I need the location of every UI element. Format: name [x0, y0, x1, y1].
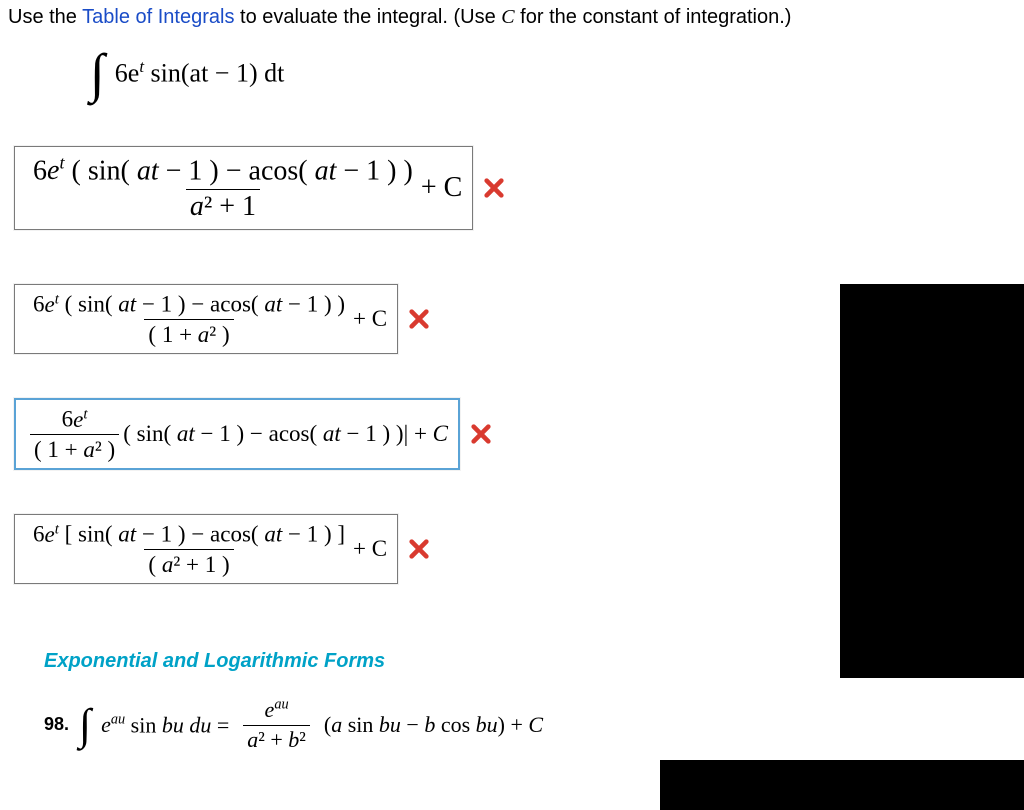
answer-input-4[interactable]: 6et [ sin( at − 1 ) − acos( at − 1 ) ] (… — [14, 514, 398, 584]
problem-coef: 6e — [115, 59, 140, 88]
formula-98: 98. ∫ eau sin bu du = eau a² + b² (a sin… — [44, 698, 543, 752]
integral-icon: ∫ — [90, 46, 105, 100]
wrong-icon — [470, 423, 492, 445]
problem-rest: sin(at − 1) dt — [144, 59, 284, 88]
redaction-block — [660, 760, 1024, 810]
answer-after: ( sin( at − 1 ) − acos( at − 1 ) )| + C — [123, 421, 448, 447]
fraction: 6et [ sin( at − 1 ) − acos( at − 1 ) ] (… — [29, 521, 349, 577]
formula-lhs: eau sin bu du = — [101, 712, 229, 738]
page: Use the Table of Integrals to evaluate t… — [0, 0, 1024, 810]
fraction: 6et ( sin( at − 1 ) − acos( at − 1 ) ) (… — [29, 291, 349, 347]
fraction: 6et ( sin( at − 1 ) − acos( at − 1 ) ) a… — [29, 153, 417, 223]
fraction: 6et ( 1 + a² ) — [30, 406, 119, 462]
instr-mid: to evaluate the integral. (Use — [234, 6, 501, 28]
answer-tail: + C — [421, 172, 462, 204]
formula-number: 98. — [44, 714, 69, 735]
instr-post: for the constant of integration.) — [515, 6, 792, 28]
answer-tail: + C — [353, 536, 387, 562]
formula-rhs: (a sin bu − b cos bu) + C — [324, 712, 543, 738]
problem-expression: 6et sin(at − 1) dt — [115, 57, 285, 89]
answer-row-3: 6et ( 1 + a² ) ( sin( at − 1 ) − acos( a… — [14, 398, 492, 470]
wrong-icon — [408, 538, 430, 560]
redaction-block — [840, 284, 1024, 678]
constant-c: C — [501, 6, 514, 28]
answer-input-3[interactable]: 6et ( 1 + a² ) ( sin( at − 1 ) − acos( a… — [14, 398, 460, 470]
fraction: eau a² + b² — [243, 698, 310, 752]
section-heading: Exponential and Logarithmic Forms — [44, 650, 385, 673]
answer-tail: + C — [353, 306, 387, 332]
instr-pre: Use the — [8, 6, 82, 28]
wrong-icon — [408, 308, 430, 330]
answer-input-2[interactable]: 6et ( sin( at − 1 ) − acos( at − 1 ) ) (… — [14, 284, 398, 354]
answer-row-2: 6et ( sin( at − 1 ) − acos( at − 1 ) ) (… — [14, 284, 430, 354]
instruction: Use the Table of Integrals to evaluate t… — [8, 6, 791, 29]
answer-row-1: 6et ( sin( at − 1 ) − acos( at − 1 ) ) a… — [14, 146, 505, 230]
integral-icon: ∫ — [79, 703, 91, 747]
wrong-icon — [483, 177, 505, 199]
table-of-integrals-link[interactable]: Table of Integrals — [82, 6, 234, 28]
problem-integral: ∫ 6et sin(at − 1) dt — [90, 46, 284, 100]
answer-input-1[interactable]: 6et ( sin( at − 1 ) − acos( at − 1 ) ) a… — [14, 146, 473, 230]
answer-row-4: 6et [ sin( at − 1 ) − acos( at − 1 ) ] (… — [14, 514, 430, 584]
